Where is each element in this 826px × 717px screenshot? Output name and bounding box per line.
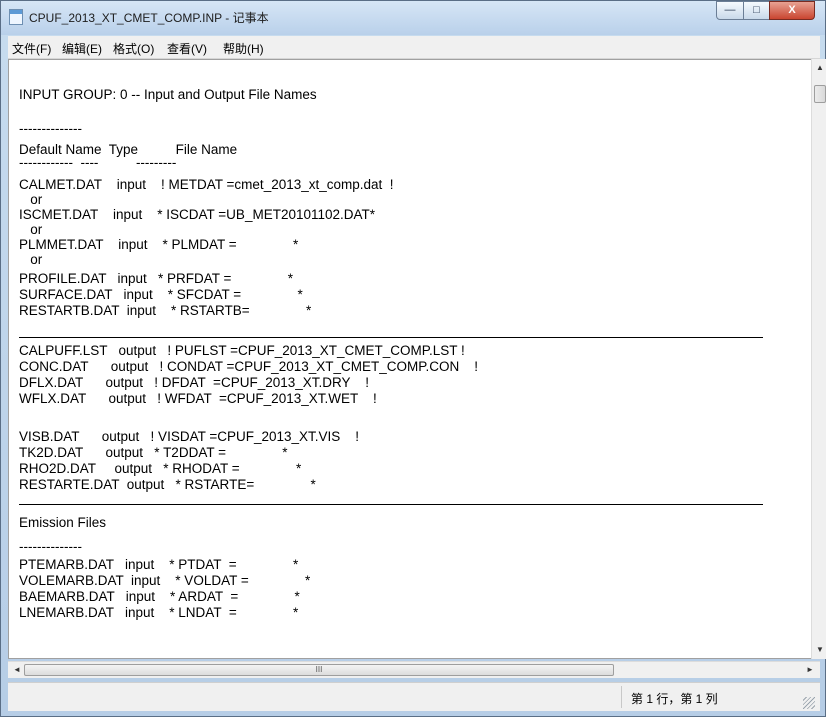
- text-line: INPUT GROUP: 0 -- Input and Output File …: [19, 87, 317, 102]
- text-line: or: [19, 252, 43, 267]
- menu-format[interactable]: 格式(O): [113, 40, 154, 57]
- text-line: PROFILE.DAT input * PRFDAT = *: [19, 271, 293, 286]
- text-line: or: [19, 192, 43, 207]
- text-editor[interactable]: INPUT GROUP: 0 -- Input and Output File …: [8, 59, 820, 659]
- vertical-scrollbar[interactable]: ▲ ▼: [811, 59, 826, 659]
- text-line: PLMMET.DAT input * PLMDAT = *: [19, 237, 299, 252]
- notepad-window: CPUF_2013_XT_CMET_COMP.INP - 记事本 — □ X 文…: [0, 0, 826, 717]
- menu-bar: 文件(F) 编辑(E) 格式(O) 查看(V) 帮助(H): [8, 36, 820, 59]
- text-line: BAEMARB.DAT input * ARDAT = *: [19, 589, 300, 604]
- scroll-down-arrow-icon[interactable]: ▼: [815, 645, 825, 654]
- scroll-left-arrow-icon[interactable]: ◄: [13, 665, 21, 674]
- title-bar[interactable]: CPUF_2013_XT_CMET_COMP.INP - 记事本: [1, 1, 825, 35]
- window-title: CPUF_2013_XT_CMET_COMP.INP - 记事本: [29, 11, 269, 25]
- text-line: ------------ ---- ---------: [19, 155, 177, 170]
- text-line: VISB.DAT output ! VISDAT =CPUF_2013_XT.V…: [19, 429, 360, 444]
- text-line: RESTARTE.DAT output * RSTARTE= *: [19, 477, 316, 492]
- text-line: TK2D.DAT output * T2DDAT = *: [19, 445, 288, 460]
- scroll-up-arrow-icon[interactable]: ▲: [815, 63, 825, 72]
- text-line: DFLX.DAT output ! DFDAT =CPUF_2013_XT.DR…: [19, 375, 370, 390]
- menu-file[interactable]: 文件(F): [12, 40, 51, 57]
- scroll-right-arrow-icon[interactable]: ►: [806, 665, 814, 674]
- menu-edit[interactable]: 编辑(E): [62, 40, 102, 57]
- text-line: CONC.DAT output ! CONDAT =CPUF_2013_XT_C…: [19, 359, 479, 374]
- menu-help[interactable]: 帮助(H): [223, 40, 264, 57]
- text-line: WFLX.DAT output ! WFDAT =CPUF_2013_XT.WE…: [19, 391, 377, 406]
- text-line: CALMET.DAT input ! METDAT =cmet_2013_xt_…: [19, 177, 394, 192]
- text-line: LNEMARB.DAT input * LNDAT = *: [19, 605, 299, 620]
- minimize-button[interactable]: —: [716, 1, 744, 20]
- text-line: PTEMARB.DAT input * PTDAT = *: [19, 557, 299, 572]
- horizontal-scrollbar[interactable]: ◄ III ►: [8, 661, 820, 678]
- separator-rule: [19, 337, 763, 338]
- horizontal-scroll-thumb[interactable]: III: [24, 664, 614, 676]
- text-line: VOLEMARB.DAT input * VOLDAT = *: [19, 573, 311, 588]
- text-line: --------------: [19, 539, 82, 554]
- text-line: RHO2D.DAT output * RHODAT = *: [19, 461, 302, 476]
- status-bar: 第 1 行，第 1 列: [8, 682, 820, 711]
- cursor-position: 第 1 行，第 1 列: [631, 692, 718, 706]
- text-line: or: [19, 222, 43, 237]
- text-line: CALPUFF.LST output ! PUFLST =CPUF_2013_X…: [19, 343, 465, 358]
- text-line: --------------: [19, 121, 82, 136]
- text-line: RESTARTB.DAT input * RSTARTB= *: [19, 303, 312, 318]
- text-line: ISCMET.DAT input * ISCDAT =UB_MET2010110…: [19, 207, 376, 222]
- text-line: SURFACE.DAT input * SFCDAT = *: [19, 287, 303, 302]
- resize-grip-icon[interactable]: [803, 697, 815, 709]
- vertical-scroll-thumb[interactable]: [814, 85, 826, 103]
- text-line: Emission Files: [19, 515, 107, 530]
- document-text[interactable]: INPUT GROUP: 0 -- Input and Output File …: [19, 60, 809, 658]
- status-divider: [621, 686, 622, 708]
- close-button[interactable]: X: [769, 1, 815, 20]
- menu-view[interactable]: 查看(V): [167, 40, 207, 57]
- notepad-icon: [9, 9, 23, 25]
- separator-rule: [19, 504, 763, 505]
- maximize-button[interactable]: □: [743, 1, 770, 20]
